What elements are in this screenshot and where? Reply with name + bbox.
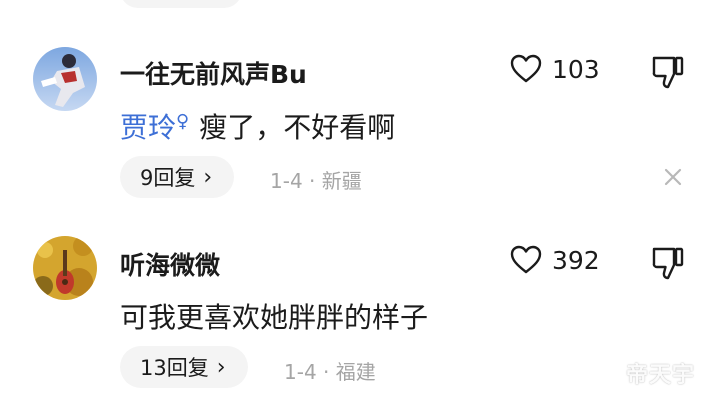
comment-username[interactable]: 一往无前风声Bu: [120, 55, 307, 91]
comment-body: 瘦了，不好看啊: [199, 111, 396, 144]
like-count: 392: [552, 245, 600, 275]
like-button[interactable]: 392: [510, 245, 600, 275]
reply-count-button[interactable]: 9回复 ›: [120, 156, 235, 198]
reply-count-label: 9回复: [140, 166, 196, 190]
chevron-right-icon: ›: [203, 164, 213, 190]
chevron-right-icon: ›: [216, 354, 226, 380]
person-icon: ♀: [176, 110, 190, 132]
comment-username[interactable]: 听海微微: [120, 246, 220, 282]
mention-link[interactable]: 贾玲: [120, 111, 176, 144]
close-icon[interactable]: [660, 164, 686, 190]
previous-reply-pill[interactable]: [120, 0, 242, 8]
reply-count-label: 13回复: [140, 356, 209, 380]
reply-count-button[interactable]: 13回复 ›: [120, 346, 248, 388]
avatar[interactable]: [33, 236, 97, 300]
like-count: 103: [552, 54, 600, 84]
heart-outline-icon: [510, 54, 542, 83]
heart-outline-icon: [510, 245, 542, 274]
thumbs-down-icon[interactable]: [650, 245, 686, 281]
like-button[interactable]: 103: [510, 54, 600, 84]
comment-body: 可我更喜欢她胖胖的样子: [120, 301, 429, 334]
watermark: 帝天宇: [626, 363, 696, 388]
thumbs-down-icon[interactable]: [650, 54, 686, 90]
avatar[interactable]: [33, 47, 97, 111]
comment-meta: 1-4 · 福建: [284, 360, 376, 384]
comment-text: 贾玲♀ 瘦了，不好看啊: [120, 106, 395, 146]
comment-meta: 1-4 · 新疆: [270, 169, 362, 193]
